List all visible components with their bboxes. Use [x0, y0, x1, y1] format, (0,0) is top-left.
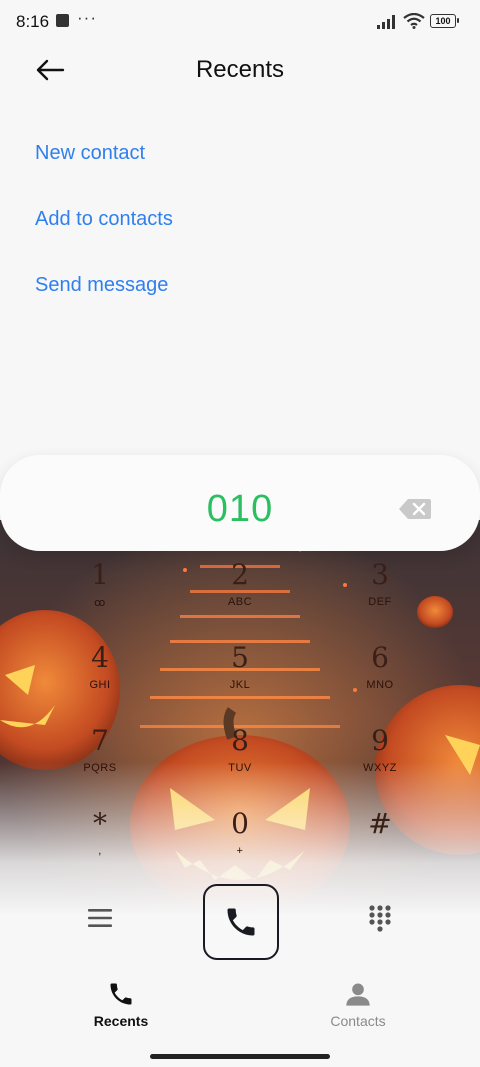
person-icon	[346, 983, 370, 1006]
key-digit: 8	[231, 724, 249, 757]
phone-icon	[110, 983, 132, 1005]
key-letters: MNO	[366, 679, 394, 691]
key-letters: GHI	[89, 679, 111, 691]
backspace-icon[interactable]	[398, 498, 432, 520]
send-message-link[interactable]: Send message	[35, 274, 168, 297]
key-digit: #	[368, 807, 392, 840]
status-bar: 8:16 ··· 100	[0, 0, 480, 44]
key-letters: TUV	[228, 762, 252, 774]
key-digit: 6	[371, 641, 389, 674]
key-digit: 0	[231, 807, 249, 840]
key-digit: 5	[231, 641, 249, 674]
voicemail-icon: ꝏ	[94, 597, 106, 609]
notification-square-icon	[56, 14, 69, 27]
key-4[interactable]: 4 GHI	[50, 641, 150, 709]
key-letters: ,	[98, 845, 102, 857]
nav-contacts[interactable]: Contacts	[298, 980, 418, 1040]
key-digit: 3	[371, 558, 389, 591]
nav-recents-label: Recents	[93, 1013, 149, 1029]
home-indicator[interactable]	[150, 1054, 330, 1059]
nav-recents[interactable]: Recents	[61, 980, 181, 1040]
key-3[interactable]: 3 DEF	[330, 558, 430, 626]
status-overflow: ···	[77, 8, 97, 27]
key-digit: 7	[91, 724, 109, 757]
key-hash[interactable]: #	[330, 807, 430, 875]
key-digit: 1	[91, 558, 109, 591]
key-letters: PQRS	[83, 762, 117, 774]
battery-level: 100	[430, 14, 456, 28]
signal-icon	[377, 15, 395, 29]
key-digit: *	[93, 807, 107, 840]
key-letters: DEF	[368, 596, 392, 608]
key-9[interactable]: 9 WXYZ	[330, 724, 430, 792]
call-button[interactable]	[203, 884, 279, 960]
key-letters: JKL	[229, 679, 251, 691]
key-digit: 4	[91, 641, 109, 674]
dialpad-icon[interactable]	[368, 904, 392, 932]
key-5[interactable]: 5 JKL	[190, 641, 290, 709]
key-letters: ABC	[227, 596, 253, 608]
status-time: 8:16	[16, 12, 50, 31]
key-2[interactable]: 2 ABC	[190, 558, 290, 626]
key-star[interactable]: * ,	[50, 807, 150, 875]
key-digit: 9	[371, 724, 389, 757]
add-to-contacts-link[interactable]: Add to contacts	[35, 208, 173, 231]
key-0[interactable]: 0 +	[190, 807, 290, 875]
wifi-icon	[403, 13, 425, 29]
key-6[interactable]: 6 MNO	[330, 641, 430, 709]
key-letters: +	[236, 845, 244, 857]
key-7[interactable]: 7 PQRS	[50, 724, 150, 792]
new-contact-link[interactable]: New contact	[35, 142, 145, 165]
menu-icon[interactable]	[86, 904, 114, 932]
page-title: Recents	[195, 56, 285, 83]
key-8[interactable]: 8 TUV	[190, 724, 290, 792]
battery-icon: 100	[430, 14, 459, 28]
key-letters: WXYZ	[363, 762, 397, 774]
phone-icon	[227, 908, 255, 936]
key-digit: 2	[231, 558, 249, 591]
nav-contacts-label: Contacts	[330, 1013, 386, 1029]
key-1[interactable]: 1 ꝏ	[50, 558, 150, 626]
